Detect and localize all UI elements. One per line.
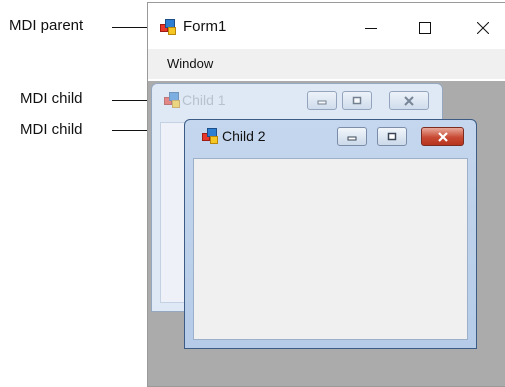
menu-item-window[interactable]: Window	[167, 56, 213, 71]
menu-bar: Window	[148, 49, 505, 79]
windows-form-icon	[164, 92, 180, 108]
minimize-icon	[317, 100, 327, 104]
minimize-button[interactable]	[348, 13, 394, 43]
maximize-button[interactable]	[402, 13, 448, 43]
mdi-child-window-2[interactable]: Child 2	[184, 119, 477, 349]
callout-mdi-child-1: MDI child	[20, 90, 83, 107]
parent-titlebar[interactable]: Form1	[148, 3, 505, 47]
callout-line-parent	[112, 27, 152, 28]
child-1-close-button[interactable]	[389, 91, 429, 110]
child-1-minimize-button[interactable]	[307, 91, 337, 110]
callout-mdi-child-2: MDI child	[20, 121, 83, 138]
maximize-icon	[387, 132, 397, 140]
callout-mdi-parent: MDI parent	[9, 17, 84, 34]
child-2-client-area	[193, 158, 468, 340]
mdi-parent-window[interactable]: Form1 Window Child 1 Child 2	[147, 2, 505, 387]
parent-title: Form1	[183, 18, 227, 35]
callout-line-child-1	[112, 100, 152, 101]
child-2-maximize-button[interactable]	[377, 127, 407, 146]
child-1-maximize-button[interactable]	[342, 91, 372, 110]
windows-form-icon	[202, 128, 218, 144]
close-icon	[477, 22, 489, 34]
minimize-icon	[365, 28, 377, 29]
minimize-icon	[347, 136, 357, 140]
child-2-minimize-button[interactable]	[337, 127, 367, 146]
maximize-icon	[352, 96, 362, 104]
close-icon	[437, 131, 448, 142]
child-1-title: Child 1	[182, 92, 226, 108]
mdi-client-area: Child 1 Child 2	[148, 81, 505, 386]
child-2-title: Child 2	[222, 128, 266, 144]
maximize-icon	[419, 22, 431, 34]
child-2-close-button[interactable]	[421, 127, 464, 146]
close-icon	[404, 95, 414, 106]
windows-form-icon	[160, 19, 176, 35]
close-button[interactable]	[460, 13, 505, 43]
